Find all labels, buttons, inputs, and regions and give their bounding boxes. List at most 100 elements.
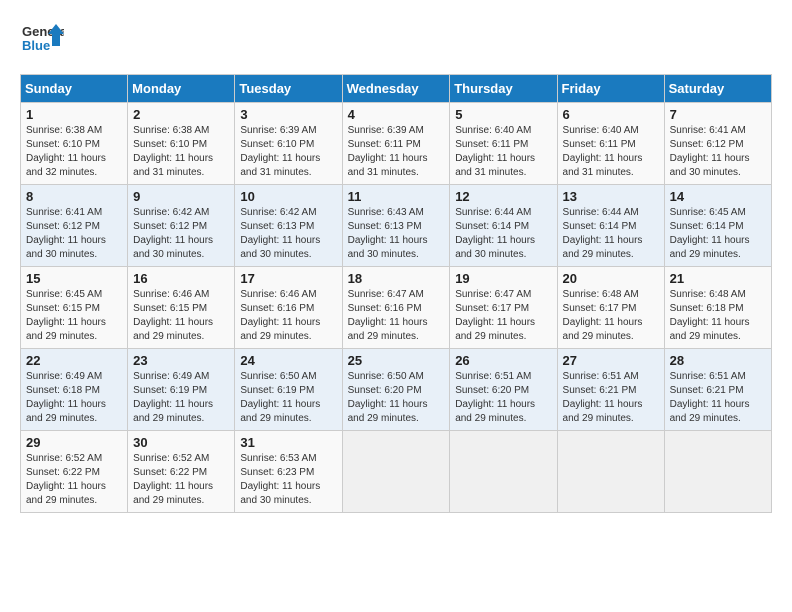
day-info: Sunrise: 6:39 AM Sunset: 6:11 PM Dayligh… xyxy=(348,124,445,180)
day-number: 11 xyxy=(348,189,445,204)
day-number: 19 xyxy=(455,271,551,286)
calendar-cell: 7 Sunrise: 6:41 AM Sunset: 6:12 PM Dayli… xyxy=(664,103,771,185)
calendar-cell: 18 Sunrise: 6:47 AM Sunset: 6:16 PM Dayl… xyxy=(342,267,450,349)
day-info: Sunrise: 6:41 AM Sunset: 6:12 PM Dayligh… xyxy=(26,206,122,262)
day-number: 4 xyxy=(348,107,445,122)
calendar-cell: 5 Sunrise: 6:40 AM Sunset: 6:11 PM Dayli… xyxy=(450,103,557,185)
day-number: 29 xyxy=(26,435,122,450)
calendar-cell: 1 Sunrise: 6:38 AM Sunset: 6:10 PM Dayli… xyxy=(21,103,128,185)
calendar-cell: 8 Sunrise: 6:41 AM Sunset: 6:12 PM Dayli… xyxy=(21,185,128,267)
day-info: Sunrise: 6:44 AM Sunset: 6:14 PM Dayligh… xyxy=(455,206,551,262)
svg-text:Blue: Blue xyxy=(22,38,50,53)
day-number: 12 xyxy=(455,189,551,204)
calendar-cell: 31 Sunrise: 6:53 AM Sunset: 6:23 PM Dayl… xyxy=(235,431,342,513)
day-info: Sunrise: 6:46 AM Sunset: 6:15 PM Dayligh… xyxy=(133,288,229,344)
day-number: 7 xyxy=(670,107,766,122)
day-info: Sunrise: 6:51 AM Sunset: 6:21 PM Dayligh… xyxy=(563,370,659,426)
calendar-cell: 17 Sunrise: 6:46 AM Sunset: 6:16 PM Dayl… xyxy=(235,267,342,349)
calendar-cell: 28 Sunrise: 6:51 AM Sunset: 6:21 PM Dayl… xyxy=(664,349,771,431)
calendar-week-row: 15 Sunrise: 6:45 AM Sunset: 6:15 PM Dayl… xyxy=(21,267,772,349)
calendar-week-row: 22 Sunrise: 6:49 AM Sunset: 6:18 PM Dayl… xyxy=(21,349,772,431)
day-info: Sunrise: 6:47 AM Sunset: 6:16 PM Dayligh… xyxy=(348,288,445,344)
day-info: Sunrise: 6:52 AM Sunset: 6:22 PM Dayligh… xyxy=(26,452,122,508)
calendar-cell: 6 Sunrise: 6:40 AM Sunset: 6:11 PM Dayli… xyxy=(557,103,664,185)
day-info: Sunrise: 6:45 AM Sunset: 6:14 PM Dayligh… xyxy=(670,206,766,262)
calendar-week-row: 8 Sunrise: 6:41 AM Sunset: 6:12 PM Dayli… xyxy=(21,185,772,267)
calendar-cell: 29 Sunrise: 6:52 AM Sunset: 6:22 PM Dayl… xyxy=(21,431,128,513)
calendar-cell: 26 Sunrise: 6:51 AM Sunset: 6:20 PM Dayl… xyxy=(450,349,557,431)
day-number: 14 xyxy=(670,189,766,204)
calendar-cell: 23 Sunrise: 6:49 AM Sunset: 6:19 PM Dayl… xyxy=(128,349,235,431)
day-number: 13 xyxy=(563,189,659,204)
day-info: Sunrise: 6:50 AM Sunset: 6:20 PM Dayligh… xyxy=(348,370,445,426)
day-info: Sunrise: 6:47 AM Sunset: 6:17 PM Dayligh… xyxy=(455,288,551,344)
calendar-cell: 27 Sunrise: 6:51 AM Sunset: 6:21 PM Dayl… xyxy=(557,349,664,431)
day-number: 22 xyxy=(26,353,122,368)
day-info: Sunrise: 6:48 AM Sunset: 6:17 PM Dayligh… xyxy=(563,288,659,344)
calendar-header-friday: Friday xyxy=(557,75,664,103)
calendar-cell: 13 Sunrise: 6:44 AM Sunset: 6:14 PM Dayl… xyxy=(557,185,664,267)
calendar-cell: 14 Sunrise: 6:45 AM Sunset: 6:14 PM Dayl… xyxy=(664,185,771,267)
calendar-body: 1 Sunrise: 6:38 AM Sunset: 6:10 PM Dayli… xyxy=(21,103,772,513)
day-info: Sunrise: 6:42 AM Sunset: 6:13 PM Dayligh… xyxy=(240,206,336,262)
day-info: Sunrise: 6:44 AM Sunset: 6:14 PM Dayligh… xyxy=(563,206,659,262)
calendar-header-thursday: Thursday xyxy=(450,75,557,103)
calendar-header-tuesday: Tuesday xyxy=(235,75,342,103)
calendar-cell: 30 Sunrise: 6:52 AM Sunset: 6:22 PM Dayl… xyxy=(128,431,235,513)
day-info: Sunrise: 6:39 AM Sunset: 6:10 PM Dayligh… xyxy=(240,124,336,180)
day-number: 30 xyxy=(133,435,229,450)
calendar-cell: 25 Sunrise: 6:50 AM Sunset: 6:20 PM Dayl… xyxy=(342,349,450,431)
day-number: 10 xyxy=(240,189,336,204)
day-number: 16 xyxy=(133,271,229,286)
calendar-header-saturday: Saturday xyxy=(664,75,771,103)
calendar-header-sunday: Sunday xyxy=(21,75,128,103)
calendar-cell xyxy=(342,431,450,513)
day-info: Sunrise: 6:50 AM Sunset: 6:19 PM Dayligh… xyxy=(240,370,336,426)
day-number: 17 xyxy=(240,271,336,286)
day-number: 20 xyxy=(563,271,659,286)
calendar-header-row: SundayMondayTuesdayWednesdayThursdayFrid… xyxy=(21,75,772,103)
calendar-week-row: 29 Sunrise: 6:52 AM Sunset: 6:22 PM Dayl… xyxy=(21,431,772,513)
calendar-cell: 21 Sunrise: 6:48 AM Sunset: 6:18 PM Dayl… xyxy=(664,267,771,349)
calendar-header-monday: Monday xyxy=(128,75,235,103)
day-number: 15 xyxy=(26,271,122,286)
day-info: Sunrise: 6:43 AM Sunset: 6:13 PM Dayligh… xyxy=(348,206,445,262)
day-info: Sunrise: 6:40 AM Sunset: 6:11 PM Dayligh… xyxy=(455,124,551,180)
day-info: Sunrise: 6:38 AM Sunset: 6:10 PM Dayligh… xyxy=(133,124,229,180)
day-number: 24 xyxy=(240,353,336,368)
day-number: 2 xyxy=(133,107,229,122)
calendar-cell: 22 Sunrise: 6:49 AM Sunset: 6:18 PM Dayl… xyxy=(21,349,128,431)
day-number: 5 xyxy=(455,107,551,122)
page-header: General Blue xyxy=(20,20,772,64)
calendar-cell: 10 Sunrise: 6:42 AM Sunset: 6:13 PM Dayl… xyxy=(235,185,342,267)
calendar-cell xyxy=(557,431,664,513)
day-number: 1 xyxy=(26,107,122,122)
day-number: 23 xyxy=(133,353,229,368)
day-info: Sunrise: 6:46 AM Sunset: 6:16 PM Dayligh… xyxy=(240,288,336,344)
day-info: Sunrise: 6:41 AM Sunset: 6:12 PM Dayligh… xyxy=(670,124,766,180)
day-number: 27 xyxy=(563,353,659,368)
calendar-cell: 15 Sunrise: 6:45 AM Sunset: 6:15 PM Dayl… xyxy=(21,267,128,349)
day-info: Sunrise: 6:40 AM Sunset: 6:11 PM Dayligh… xyxy=(563,124,659,180)
logo: General Blue xyxy=(20,20,64,64)
day-number: 28 xyxy=(670,353,766,368)
day-info: Sunrise: 6:49 AM Sunset: 6:19 PM Dayligh… xyxy=(133,370,229,426)
day-info: Sunrise: 6:49 AM Sunset: 6:18 PM Dayligh… xyxy=(26,370,122,426)
calendar-cell: 3 Sunrise: 6:39 AM Sunset: 6:10 PM Dayli… xyxy=(235,103,342,185)
day-info: Sunrise: 6:38 AM Sunset: 6:10 PM Dayligh… xyxy=(26,124,122,180)
day-info: Sunrise: 6:48 AM Sunset: 6:18 PM Dayligh… xyxy=(670,288,766,344)
day-info: Sunrise: 6:53 AM Sunset: 6:23 PM Dayligh… xyxy=(240,452,336,508)
day-number: 25 xyxy=(348,353,445,368)
calendar-cell xyxy=(664,431,771,513)
day-number: 3 xyxy=(240,107,336,122)
calendar-header-wednesday: Wednesday xyxy=(342,75,450,103)
calendar-cell: 4 Sunrise: 6:39 AM Sunset: 6:11 PM Dayli… xyxy=(342,103,450,185)
day-number: 31 xyxy=(240,435,336,450)
calendar-cell: 19 Sunrise: 6:47 AM Sunset: 6:17 PM Dayl… xyxy=(450,267,557,349)
calendar-cell: 24 Sunrise: 6:50 AM Sunset: 6:19 PM Dayl… xyxy=(235,349,342,431)
day-info: Sunrise: 6:52 AM Sunset: 6:22 PM Dayligh… xyxy=(133,452,229,508)
calendar-cell: 20 Sunrise: 6:48 AM Sunset: 6:17 PM Dayl… xyxy=(557,267,664,349)
day-number: 18 xyxy=(348,271,445,286)
logo-svg: General Blue xyxy=(20,20,64,64)
day-number: 8 xyxy=(26,189,122,204)
